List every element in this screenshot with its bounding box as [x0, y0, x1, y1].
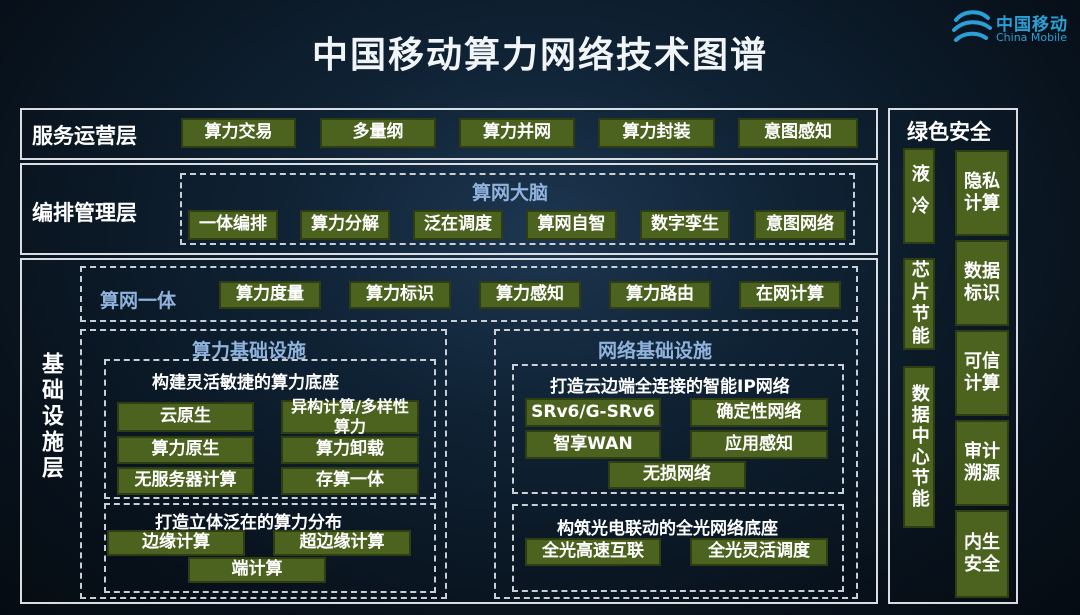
network-ip-item: SRv6/G-SRv6: [525, 398, 661, 427]
integration-title: 算网一体: [100, 290, 177, 312]
service-item: 多量纲: [320, 118, 436, 148]
brain-title: 算网大脑: [472, 182, 549, 204]
integration-item: 在网计算: [739, 281, 841, 309]
green-item: 液冷: [903, 148, 935, 244]
integration-item: 算力标识: [349, 281, 451, 309]
orchestration-item: 数字孪生: [640, 210, 730, 240]
integration-item: 算力感知: [479, 281, 581, 309]
integration-item: 算力路由: [609, 281, 711, 309]
network-infra-title: 网络基础设施: [598, 340, 713, 362]
china-mobile-logo: 中国移动 China Mobile: [950, 6, 1076, 50]
infra-layer-label: 基础设施层: [38, 352, 63, 482]
compute-distribution-item: 端计算: [188, 557, 326, 583]
logo-text-en: China Mobile: [996, 31, 1068, 44]
compute-base-item: 存算一体: [281, 467, 419, 495]
compute-distribution-item: 超边缘计算: [273, 530, 411, 556]
network-ip-item: 确定性网络: [690, 398, 828, 427]
service-item: 意图感知: [738, 118, 858, 148]
security-item: 审计溯源: [955, 420, 1009, 506]
orchestration-item: 意图网络: [754, 210, 846, 240]
orchestration-item: 泛在调度: [413, 210, 503, 240]
integration-item: 算力度量: [219, 281, 321, 309]
compute-base-item: 算力卸载: [281, 436, 419, 464]
network-ip-item: 应用感知: [690, 430, 828, 459]
compute-base-item: 云原生: [117, 402, 254, 432]
network-optical-title: 构筑光电联动的全光网络底座: [557, 519, 778, 539]
orchestration-item: 算力分解: [300, 210, 390, 240]
service-layer-label: 服务运营层: [32, 124, 137, 148]
green-item: 数据中心节能: [903, 366, 935, 528]
service-item: 算力交易: [181, 118, 296, 148]
service-item: 算力封装: [598, 118, 715, 148]
security-item: 隐私计算: [955, 150, 1009, 236]
network-optical-item: 全光高速互联: [525, 538, 661, 566]
compute-base-item: 异构计算/多样性算力: [281, 397, 419, 436]
network-ip-item: 无损网络: [608, 461, 746, 489]
security-item: 可信计算: [955, 330, 1009, 416]
service-item: 算力并网: [459, 118, 575, 148]
compute-base-item: 算力原生: [117, 436, 254, 464]
green-security-title: 绿色安全: [907, 120, 991, 144]
network-ip-title: 打造云边端全连接的智能IP网络: [550, 377, 790, 397]
security-item: 内生安全: [955, 510, 1009, 598]
network-optical-item: 全光灵活调度: [690, 538, 828, 566]
orchestration-layer-label: 编排管理层: [32, 201, 137, 225]
orchestration-item: 一体编排: [188, 210, 278, 240]
security-item: 数据标识: [955, 240, 1009, 326]
compute-distribution-item: 边缘计算: [107, 530, 245, 556]
compute-base-item: 无服务器计算: [117, 467, 254, 495]
orchestration-item: 算网自智: [526, 210, 617, 240]
compute-base-title: 构建灵活敏捷的算力底座: [152, 373, 339, 393]
network-ip-item: 智享WAN: [525, 430, 661, 459]
page-title: 中国移动算力网络技术图谱: [311, 35, 768, 76]
green-item: 芯片节能: [903, 258, 935, 350]
china-mobile-logo-icon: [952, 10, 992, 42]
